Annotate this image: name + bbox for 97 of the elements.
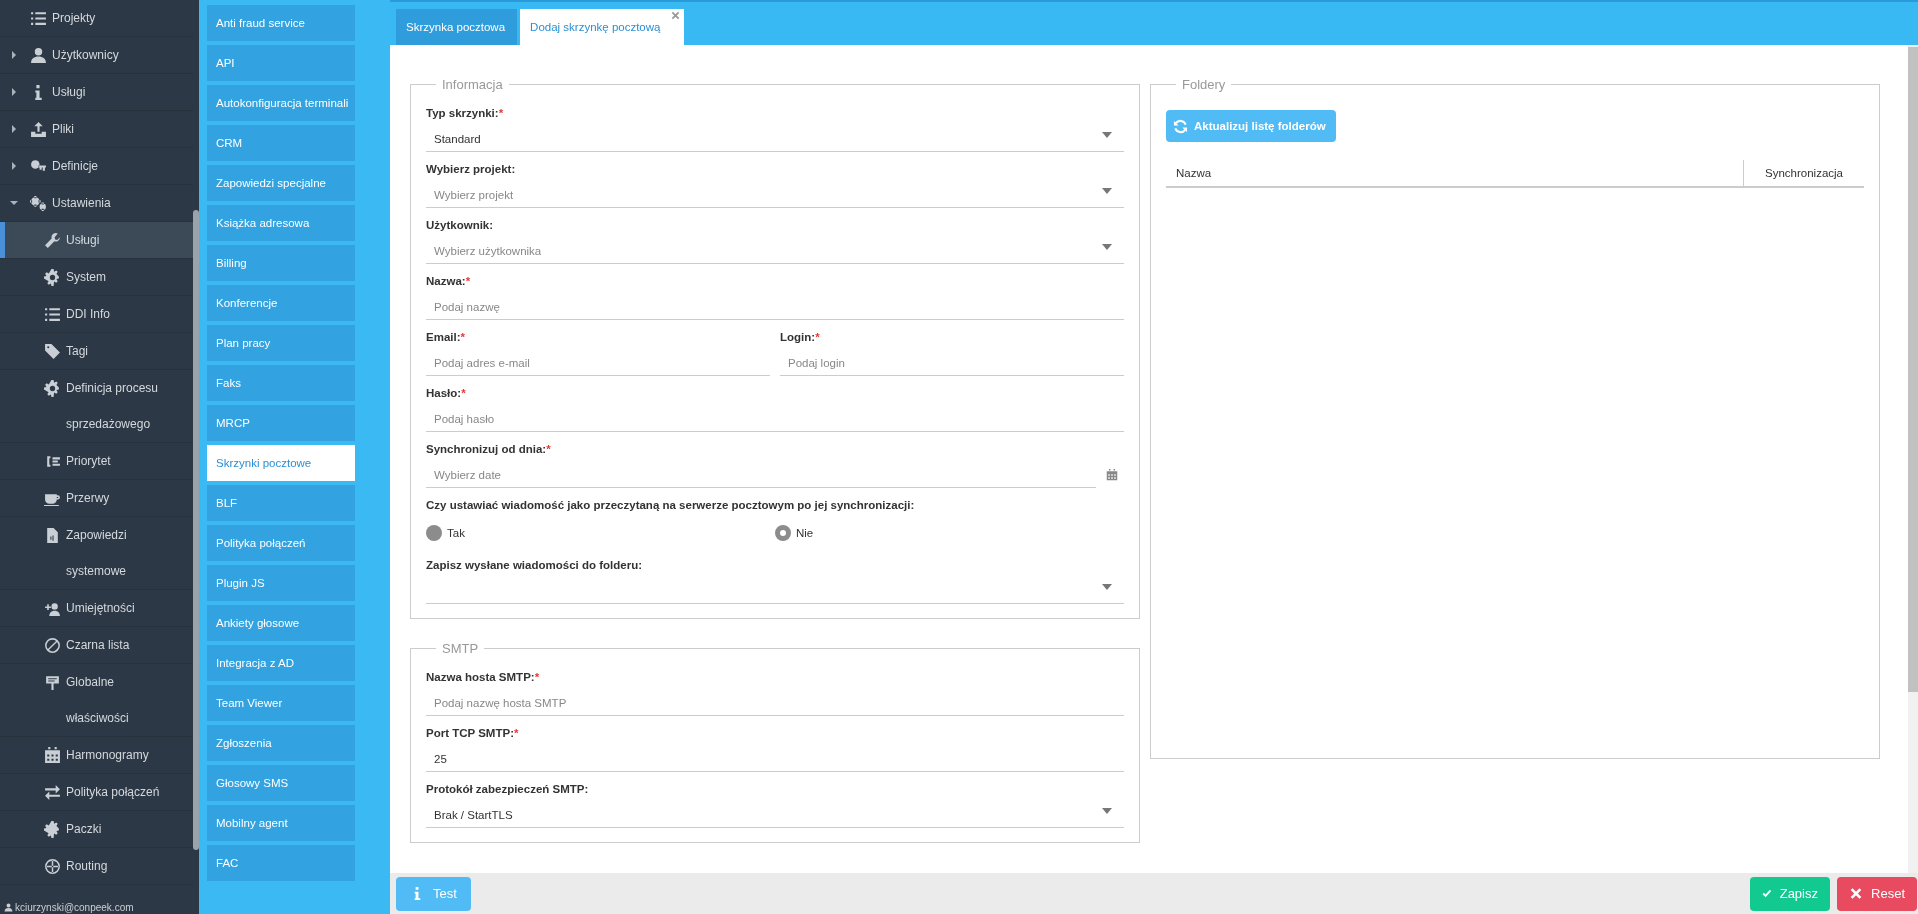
upload-icon [30,121,47,138]
wrench-icon [44,232,61,249]
gears-icon [30,195,47,212]
field-label: Nazwa hosta SMTP:* [426,670,541,684]
radio-button[interactable] [426,525,442,541]
field-label: Email:* [426,330,466,344]
tab[interactable]: Dodaj skrzynkę pocztową [520,9,685,45]
module-item[interactable]: BLF [207,485,355,521]
text-field[interactable]: Podaj nazwę hosta SMTP [426,690,1124,716]
section-legend: Foldery [1176,77,1232,92]
test-button[interactable]: Test [396,876,471,911]
field-label: Zapisz wysłane wiadomości do folderu: [426,558,643,572]
radio-option[interactable]: Tak [426,525,775,541]
user-icon [4,902,13,912]
signpost-icon [44,674,61,691]
sidebar-item[interactable]: Użytkownicy [0,37,193,74]
caret-icon [1102,187,1112,194]
radio-option[interactable]: Nie [775,525,1124,541]
caret-icon [1102,807,1112,814]
field-label: Synchronizuj od dnia:* [426,442,552,456]
refresh-icon [1173,118,1188,134]
close-icon [1849,886,1864,901]
list-icon [44,306,61,323]
list-icon [30,10,47,27]
text-field[interactable]: Podaj login [780,350,1124,376]
section-legend: Informacja [436,77,509,92]
caret-icon [1102,131,1112,138]
field-label: Login:* [780,330,821,344]
module-item[interactable]: Książka adresowa [207,205,355,241]
tag-icon [44,343,61,360]
caret-icon [1102,583,1112,590]
sidebar-item[interactable]: Paczki [0,811,193,848]
module-item[interactable]: Plan pracy [207,325,355,361]
calendar-icon[interactable] [1106,469,1118,481]
module-item[interactable]: Mobilny agent [207,805,355,841]
dropdown[interactable]: Standard [426,126,1124,152]
caret-icon[interactable] [10,125,18,133]
field-label: Użytkownik: [426,218,495,232]
module-item[interactable]: FAC [207,845,355,881]
reset-button[interactable]: Reset [1837,876,1917,911]
field-label: Port TCP SMTP:* [426,726,520,740]
scrollbar[interactable] [193,210,199,850]
dropdown[interactable]: Wybierz projekt [426,182,1124,208]
column-header: Nazwa [1175,166,1213,181]
module-item[interactable]: API [207,45,355,81]
text-field[interactable]: Podaj nazwę [426,294,1124,320]
refresh-button[interactable]: Aktualizuj listę folderów [1166,110,1336,142]
calendar-icon [44,747,61,764]
text-field[interactable]: Podaj hasło [426,406,1124,432]
module-item[interactable]: Głosowy SMS [207,765,355,801]
module-item[interactable]: Zapowiedzi specjalne [207,165,355,201]
module-item[interactable]: Polityka połączeń [207,525,355,561]
module-item[interactable]: Integracja z AD [207,645,355,681]
module-item[interactable]: Konferencje [207,285,355,321]
text-field[interactable]: 25 [426,746,1124,772]
arrows-icon [44,784,61,801]
caret-icon[interactable] [10,162,18,170]
caret-icon [1102,243,1112,250]
module-item[interactable]: Zgłoszenia [207,725,355,761]
field-label: Nazwa:* [426,274,472,288]
field-label: Protokół zabezpieczeń SMTP: [426,782,590,796]
sidebar-item[interactable]: Usługi [0,222,193,259]
file-icon [44,527,61,544]
field-label: Typ skrzynki:* [426,106,505,120]
text-field[interactable]: Podaj adres e-mail [426,350,770,376]
ban-icon [44,637,61,654]
field-label: Czy ustawiać wiadomość jako przeczytaną na serwerze pocztowym po jej synchronizacji: [426,498,916,512]
column-header: Synchronizacja [1743,160,1864,186]
user-icon [30,47,47,64]
field-label: Wybierz projekt: [426,162,517,176]
module-item[interactable]: Team Viewer [207,685,355,721]
module-item[interactable]: Ankiety głosowe [207,605,355,641]
tab[interactable]: Skrzynka pocztowa [396,9,518,45]
module-item[interactable]: Faks [207,365,355,401]
caret-icon[interactable] [10,199,18,207]
field-label: Hasło:* [426,386,467,400]
module-item[interactable]: Anti fraud service [207,5,355,41]
radio-button[interactable] [775,525,791,541]
caret-icon[interactable] [10,88,18,96]
dropdown[interactable]: Wybierz użytkownika [426,238,1124,264]
date-field[interactable]: Wybierz date [426,462,1096,488]
module-item[interactable]: MRCP [207,405,355,441]
module-item[interactable]: Billing [207,245,355,281]
dropdown[interactable]: Brak / StartTLS [426,802,1124,828]
module-item[interactable]: CRM [207,125,355,161]
module-item[interactable]: Plugin JS [207,565,355,601]
add-user-icon [44,600,61,617]
scrollbar[interactable] [1908,47,1918,692]
module-item[interactable]: Autokonfiguracja terminali [207,85,355,121]
sidebar-item[interactable]: Harmonogramy [0,737,193,774]
caret-icon[interactable] [10,51,18,59]
module-item[interactable]: Skrzynki pocztowe [207,445,355,481]
close-icon[interactable] [671,11,681,20]
section-legend: SMTP [436,641,485,656]
save-button[interactable]: Zapisz [1750,876,1830,911]
list-icon [44,453,61,470]
user-email: kciurzynski@conpeek.com [15,901,134,913]
